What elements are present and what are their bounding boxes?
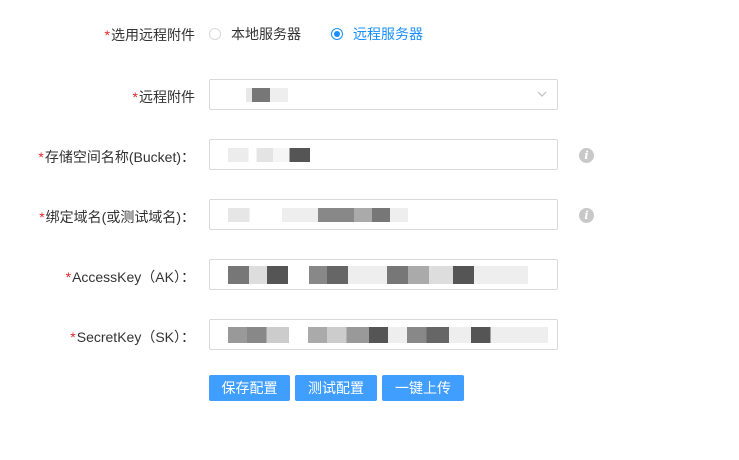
secret-key-label: *SecretKey（SK）： xyxy=(70,327,195,347)
radio-local-label: 本地服务器 xyxy=(231,26,301,42)
bucket-input[interactable] xyxy=(209,139,558,170)
chevron-down-icon[interactable] xyxy=(537,89,547,99)
radio-button-remote[interactable] xyxy=(331,28,343,40)
domain-label: *绑定域名(或测试域名)： xyxy=(39,207,195,227)
bucket-label-text: 存储空间名称(Bucket)： xyxy=(44,149,195,165)
access-key-label-text: AccessKey（AK）： xyxy=(72,269,195,285)
secret-key-label-text: SecretKey（SK）： xyxy=(76,329,195,345)
info-icon[interactable]: i xyxy=(579,208,594,223)
domain-input[interactable] xyxy=(209,199,558,230)
redacted-value xyxy=(228,208,408,222)
remote-attachment-select[interactable] xyxy=(209,79,558,110)
radio-button-local[interactable] xyxy=(209,28,221,40)
attachment-type-label: *选用远程附件 xyxy=(105,25,195,45)
one-click-upload-button[interactable]: 一键上传 xyxy=(382,375,464,401)
radio-remote-label: 远程服务器 xyxy=(353,26,423,42)
bucket-label: *存储空间名称(Bucket)： xyxy=(38,147,195,167)
required-mark: * xyxy=(39,209,45,225)
redacted-value xyxy=(228,148,310,162)
required-mark: * xyxy=(104,27,110,43)
remote-attachment-label: *远程附件 xyxy=(133,87,195,107)
save-config-button[interactable]: 保存配置 xyxy=(209,375,290,401)
required-mark: * xyxy=(70,329,76,345)
domain-label-text: 绑定域名(或测试域名)： xyxy=(45,209,195,225)
redacted-value xyxy=(228,327,548,343)
radio-local-server[interactable]: 本地服务器 xyxy=(209,24,301,44)
access-key-input[interactable] xyxy=(209,259,558,290)
radio-remote-server[interactable]: 远程服务器 xyxy=(331,24,423,44)
required-mark: * xyxy=(132,89,138,105)
attachment-type-radio-group: 本地服务器 远程服务器 xyxy=(209,24,453,44)
attachment-type-label-text: 选用远程附件 xyxy=(111,27,195,43)
access-key-label: *AccessKey（AK）： xyxy=(66,267,195,287)
redacted-value xyxy=(228,88,288,102)
info-icon[interactable]: i xyxy=(579,148,594,163)
required-mark: * xyxy=(38,149,44,165)
remote-attachment-label-text: 远程附件 xyxy=(139,89,195,105)
redacted-value xyxy=(228,266,528,284)
required-mark: * xyxy=(65,269,72,285)
secret-key-input[interactable] xyxy=(209,319,558,350)
test-config-button[interactable]: 测试配置 xyxy=(295,375,377,401)
